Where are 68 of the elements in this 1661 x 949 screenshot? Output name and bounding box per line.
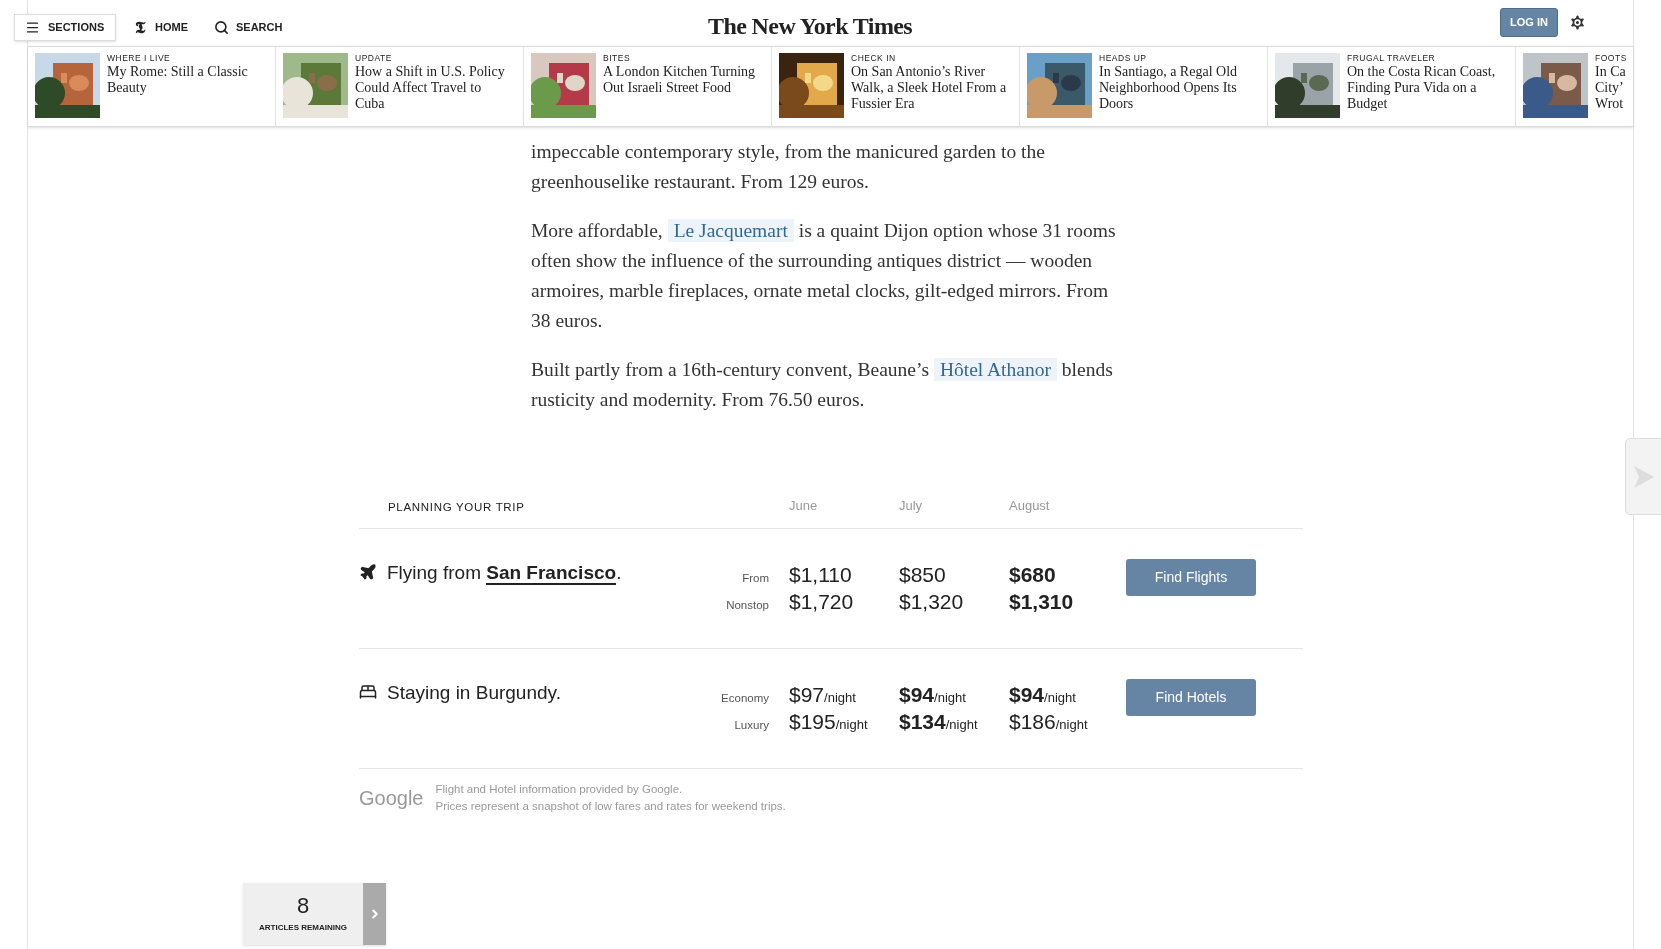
- price: $186/night: [1009, 709, 1089, 735]
- provider-note: Flight and Hotel information provided by Google. Prices represent a snapshot of low fares and rates for weekend trips.: [435, 782, 786, 814]
- find-button[interactable]: Find Hotels: [1126, 679, 1256, 716]
- story-kicker: UPDATE: [355, 53, 393, 64]
- sections-button[interactable]: SECTIONS: [14, 14, 116, 41]
- story-card[interactable]: HEADS UP In Santiago, a Regal Old Neighborhood Opens Its Doors: [1020, 47, 1268, 126]
- story-card[interactable]: BITES A London Kitchen Turning Out Israeli Street Food: [524, 47, 772, 126]
- price-type-label: Economy: [720, 691, 770, 706]
- price-type-label: From: [741, 571, 770, 586]
- story-card[interactable]: WHERE I LIVE My Rome: Still a Classic Beauty: [28, 47, 276, 126]
- next-button[interactable]: [363, 883, 386, 945]
- home-button[interactable]: 𝕿 HOME: [135, 14, 188, 41]
- story-card[interactable]: FRUGAL TRAVELER On the Costa Rican Coast, Finding Pura Vida on a Budget: [1268, 47, 1516, 126]
- month-header: July: [899, 496, 924, 515]
- articles-count: 8: [296, 894, 310, 918]
- price: $1,320: [899, 589, 965, 615]
- link[interactable]: Le Jacquemart: [667, 219, 794, 242]
- month-header: June: [789, 496, 819, 515]
- price-type-label: Luxury: [733, 718, 770, 733]
- story-card[interactable]: FOOTS In Ca City’ Wrot: [1516, 47, 1629, 126]
- story-kicker: HEADS UP: [1099, 53, 1148, 64]
- article-paragraph: Built partly from a 16th-century convent, Beaune’s Hôtel Athanor blends rusticity and modernity. From 76.50 euros.: [531, 357, 1114, 412]
- price: $1,720: [789, 589, 855, 615]
- price-type-label: Nonstop: [725, 598, 770, 613]
- price: $195/night: [789, 709, 869, 735]
- story-card[interactable]: UPDATE How a Shift in U.S. Policy Could Affect Travel to Cuba: [276, 47, 524, 126]
- find-button[interactable]: Find Flights: [1126, 559, 1256, 596]
- link[interactable]: San Francisco: [486, 562, 617, 585]
- story-headline: How a Shift in U.S. Policy Could Affect Travel to Cuba: [355, 64, 505, 112]
- airplane-icon: [359, 563, 377, 581]
- story-headline: On the Costa Rican Coast, Finding Pura Vida on a Budget: [1347, 64, 1496, 112]
- story-card[interactable]: CHECK IN On San Antonio’s River Walk, a Sleek Hotel From a Fussier Era: [772, 47, 1020, 126]
- price: $134/night: [899, 709, 979, 735]
- price: $1,110: [789, 562, 853, 588]
- story-headline: My Rome: Still a Classic Beauty: [107, 64, 248, 96]
- search-icon: [214, 20, 229, 35]
- story-kicker: BITES: [603, 53, 632, 64]
- story-headline: In Ca City’ Wrot: [1595, 64, 1627, 112]
- t-logo-icon: 𝕿: [135, 14, 145, 41]
- price: $94/night: [1009, 682, 1077, 708]
- link[interactable]: Hôtel Athanor: [933, 358, 1057, 381]
- price: $94/night: [899, 682, 967, 708]
- story-kicker: FRUGAL TRAVELER: [1347, 53, 1437, 64]
- next-article-tab[interactable]: [1625, 438, 1661, 515]
- articles-label: ARTICLES REMAINING: [259, 922, 347, 934]
- settings-icon[interactable]: [1568, 13, 1587, 32]
- site-logo: The New York Times: [708, 12, 913, 41]
- menu-icon: [25, 20, 40, 35]
- login-button[interactable]: LOG IN: [1500, 8, 1558, 37]
- price: $97/night: [789, 682, 857, 708]
- price: $850: [899, 562, 947, 588]
- bed-icon: [359, 683, 377, 701]
- story-kicker: WHERE I LIVE: [107, 53, 172, 64]
- article-paragraph: More affordable, Le Jacquemart is a quaint Dijon option whose 31 rooms often show the influence of the surrounding antiques district — wooden armoires, marble fireplaces, ornate metal clocks, gilt-edged mirrors. From 38 euros.: [531, 218, 1117, 333]
- price: $680: [1009, 562, 1057, 588]
- google-logo: Google: [359, 786, 424, 811]
- story-kicker: CHECK IN: [851, 53, 897, 64]
- trip-row-label: Flying from San Francisco.: [387, 561, 622, 587]
- month-header: August: [1009, 496, 1051, 515]
- search-button[interactable]: SEARCH: [214, 14, 283, 41]
- story-headline: In Santiago, a Regal Old Neighborhood Opens Its Doors: [1099, 64, 1238, 112]
- article-paragraph: impeccable contemporary style, from the manicured garden to the greenhouselike restaurant. From 129 euros.: [531, 140, 1046, 194]
- trip-title: PLANNING YOUR TRIP: [387, 499, 526, 515]
- trip-row-label: Staying in Burgundy.: [387, 681, 561, 705]
- story-headline: A London Kitchen Turning Out Israeli Street Food: [603, 64, 756, 96]
- story-headline: On San Antonio’s River Walk, a Sleek Hotel From a Fussier Era: [851, 64, 1007, 112]
- story-kicker: FOOTS: [1595, 53, 1627, 64]
- price: $1,310: [1009, 589, 1075, 615]
